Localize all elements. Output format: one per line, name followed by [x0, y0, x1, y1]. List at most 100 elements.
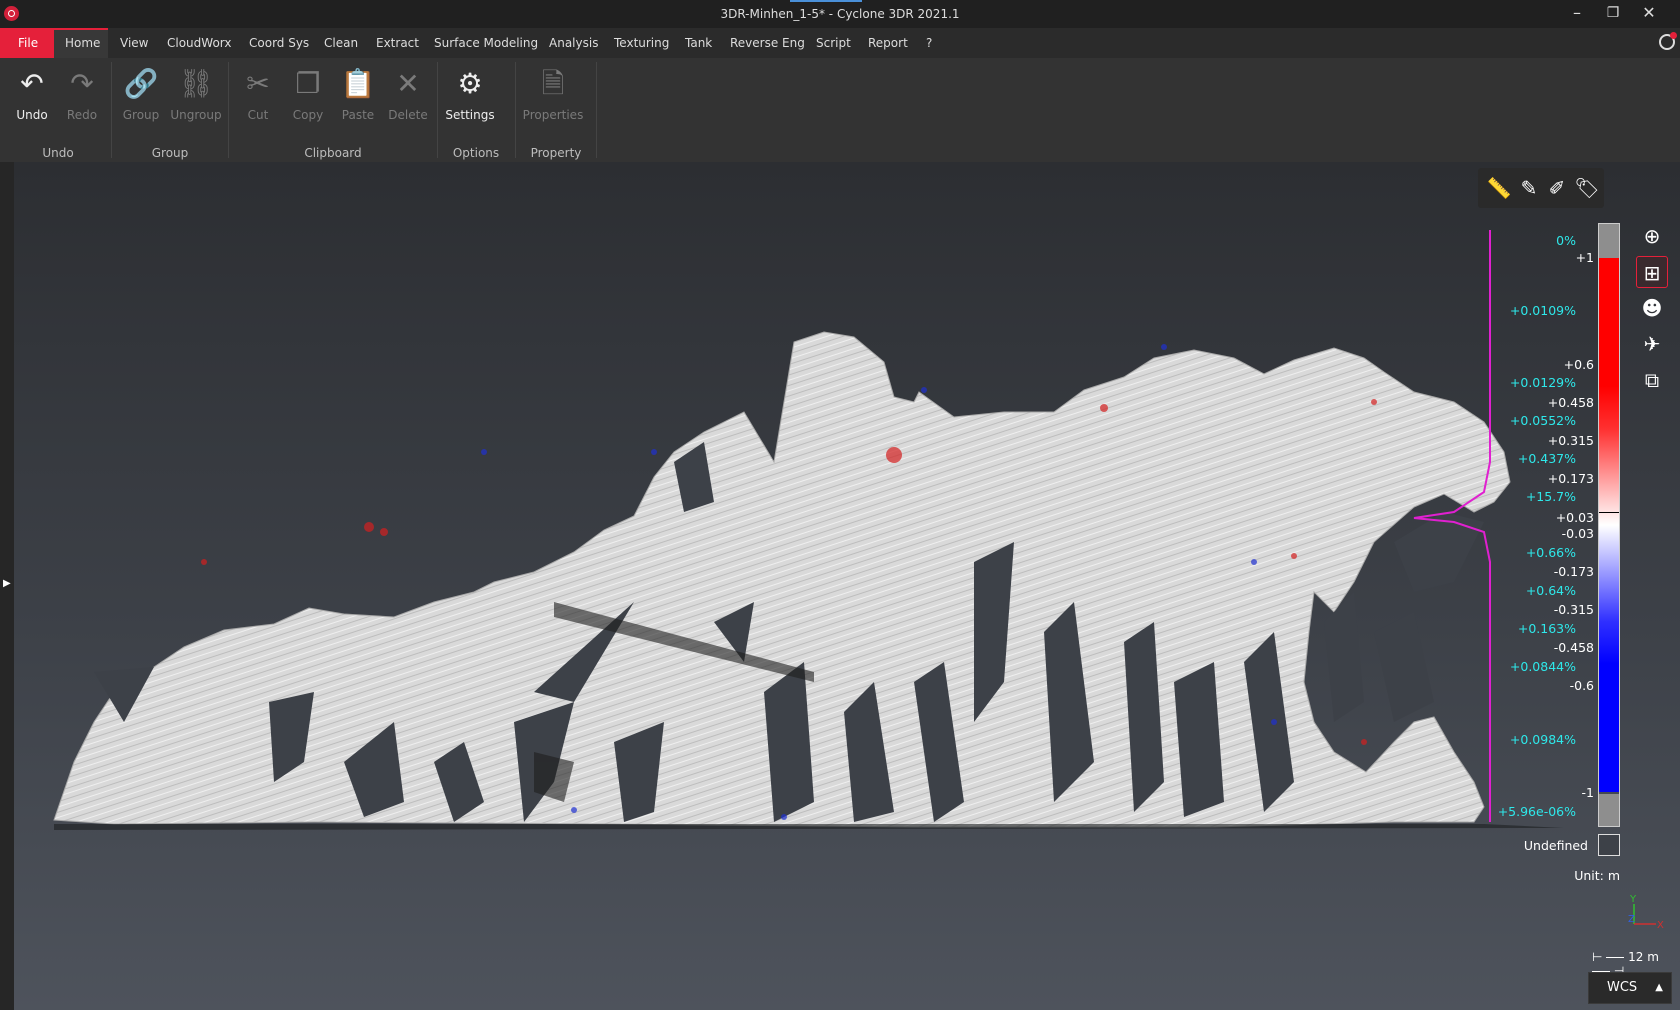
colorbar-value-label: +0.458: [1547, 395, 1594, 410]
menu-tank[interactable]: Tank: [675, 28, 722, 58]
caret-up-icon: ▲: [1655, 982, 1663, 993]
fly-icon[interactable]: ✈: [1636, 328, 1668, 360]
undefined-label: Undefined: [1523, 838, 1588, 853]
pan-icon[interactable]: ⊞: [1636, 256, 1668, 288]
menu-reverse-eng[interactable]: Reverse Eng: [720, 28, 815, 58]
title-bar: 3DR-Minhen_1-5* - Cyclone 3DR 2021.1 – ❐…: [0, 0, 1680, 28]
menu-script[interactable]: Script: [806, 28, 861, 58]
navigation-tools: ⊕ ⊞ ☻ ✈ ⧉: [1636, 218, 1672, 400]
colorbar-value-label: -0.173: [1553, 564, 1594, 579]
window-title: 3DR-Minhen_1-5* - Cyclone 3DR 2021.1: [720, 7, 960, 21]
3d-viewport[interactable]: [14, 162, 1680, 1010]
colorbar-above-range: [1599, 224, 1619, 258]
undo-icon: ↶: [20, 67, 44, 100]
colorbar-value-label: +0.315: [1547, 433, 1594, 448]
histogram-curve: [1413, 230, 1491, 822]
close-button[interactable]: ✕: [1634, 2, 1664, 24]
paste-icon: 📋: [340, 67, 376, 100]
expand-panel-icon[interactable]: ▶: [3, 578, 11, 589]
colorbar-percent-label: +0.0984%: [1509, 732, 1576, 747]
group-label-undo: Undo: [42, 146, 74, 160]
colorbar-percent-label: 0%: [1556, 233, 1576, 248]
menu-file[interactable]: File: [0, 28, 54, 58]
colorbar-value-label: -1: [1581, 785, 1594, 800]
group-label-property: Property: [530, 146, 582, 160]
undo-button[interactable]: ↶ Undo: [7, 64, 57, 122]
scale-bar-line: [1606, 957, 1625, 958]
redo-icon: ↷: [70, 67, 94, 100]
delete-button[interactable]: ✕ Delete: [383, 64, 433, 122]
colorbar-value-label: +1: [1575, 250, 1594, 265]
orbit-icon[interactable]: ⊕: [1636, 220, 1668, 252]
gears-icon: ⚙: [457, 67, 483, 100]
notification-icon[interactable]: [1659, 32, 1677, 50]
colorbar-gradient: [1599, 258, 1619, 792]
axis-z-label: Z: [1628, 914, 1635, 925]
walk-icon[interactable]: ☻: [1636, 292, 1668, 324]
colorbar-value-label: -0.03: [1561, 526, 1594, 541]
document-icon: 🗎: [541, 67, 565, 100]
colorbar-percent-label: +0.66%: [1525, 545, 1576, 560]
ribbon-separator: [515, 62, 516, 158]
axis-x-label: X: [1657, 920, 1664, 931]
clipping-box-icon[interactable]: ⧉: [1636, 364, 1668, 396]
menu-cloudworx[interactable]: CloudWorx: [157, 28, 242, 58]
settings-button[interactable]: ⚙ Settings: [445, 64, 495, 122]
menu-coord-sys[interactable]: Coord Sys: [239, 28, 319, 58]
colorbar-percent-label: +5.96e-06%: [1497, 804, 1576, 819]
ribbon-separator: [111, 62, 112, 158]
menu-help[interactable]: ?: [916, 28, 942, 58]
menu-analysis[interactable]: Analysis: [539, 28, 608, 58]
group-label-options: Options: [452, 146, 500, 160]
ruler-icon[interactable]: 📏: [1486, 176, 1512, 200]
menu-texturing[interactable]: Texturing: [604, 28, 679, 58]
copy-button[interactable]: ❐ Copy: [283, 64, 333, 122]
viewport-toolbar: 📏 ✎ ✐ 🏷: [1478, 168, 1604, 208]
group-button[interactable]: 🔗 Group: [116, 64, 166, 122]
scale-bar-left-tick: ⊢: [1592, 950, 1603, 964]
coordinate-system-dropdown[interactable]: WCS ▲: [1588, 972, 1672, 1004]
colorbar-value-label: -0.6: [1569, 678, 1594, 693]
colorbar-value-label: +0.173: [1547, 471, 1594, 486]
cut-button[interactable]: ✂ Cut: [233, 64, 283, 122]
tag-icon[interactable]: 🏷: [1574, 176, 1600, 200]
colorbar-percent-label: +0.0129%: [1509, 375, 1576, 390]
ribbon-separator: [596, 62, 597, 158]
redo-button[interactable]: ↷ Redo: [57, 64, 107, 122]
minimize-button[interactable]: –: [1562, 2, 1592, 24]
colorbar-percent-label: +0.163%: [1517, 621, 1576, 636]
colorbar-value-label: +0.6: [1563, 357, 1594, 372]
group-label-clipboard: Clipboard: [304, 146, 362, 160]
menu-surface-modeling[interactable]: Surface Modeling: [424, 28, 548, 58]
ribbon-separator: [437, 62, 438, 158]
group-label-group: Group: [151, 146, 189, 160]
menu-view[interactable]: View: [110, 28, 158, 58]
scissors-icon: ✂: [246, 67, 270, 100]
colorbar-percent-label: +0.0552%: [1509, 413, 1576, 428]
menu-report[interactable]: Report: [858, 28, 918, 58]
colorbar-percent-label: +0.437%: [1517, 451, 1576, 466]
colorbar-zero-line: [1599, 512, 1619, 513]
link-icon: 🔗: [123, 67, 159, 100]
scale-bar-label: 12 m: [1628, 950, 1659, 964]
coordinate-system-label: WCS: [1607, 980, 1638, 995]
axis-triad: Y Z X: [1628, 894, 1664, 931]
ungroup-button[interactable]: ⛓ Ungroup: [169, 64, 223, 122]
menu-clean[interactable]: Clean: [314, 28, 368, 58]
measure-profile-icon[interactable]: ✐: [1544, 176, 1570, 200]
colorbar-below-range: [1599, 794, 1619, 826]
colorbar-value-label: -0.315: [1553, 602, 1594, 617]
measure-distance-icon[interactable]: ✎: [1516, 176, 1542, 200]
properties-button[interactable]: 🗎 Properties: [522, 64, 584, 122]
menu-extract[interactable]: Extract: [366, 28, 429, 58]
unit-label: Unit: m: [1574, 868, 1620, 883]
paste-button[interactable]: 📋 Paste: [333, 64, 383, 122]
menu-home[interactable]: Home: [54, 28, 108, 58]
restore-button[interactable]: ❐: [1598, 2, 1628, 24]
copy-icon: ❐: [295, 67, 321, 100]
ribbon-separator: [228, 62, 229, 158]
title-accent-line: [790, 0, 862, 2]
undefined-color-swatch[interactable]: [1598, 834, 1620, 856]
colorbar-percent-label: +0.64%: [1525, 583, 1576, 598]
delete-icon: ✕: [396, 67, 420, 100]
